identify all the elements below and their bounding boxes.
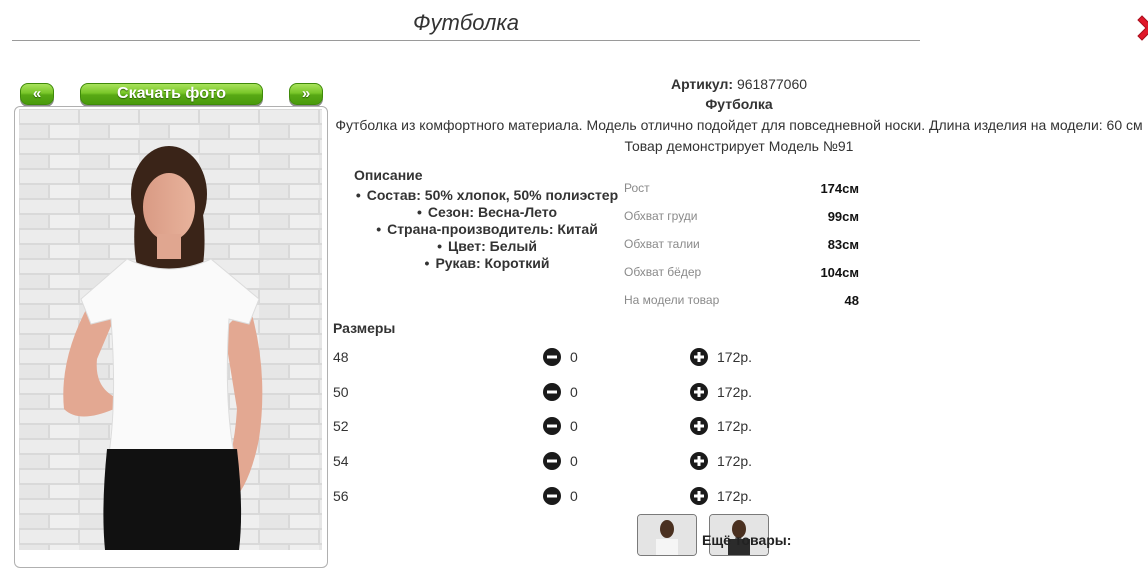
more-products-label: Ещё товары: [702,532,792,548]
plus-circle-icon[interactable] [690,452,708,470]
quantity-value: 0 [570,349,578,365]
prev-photo-button[interactable]: « [20,83,54,105]
measurement-value: 104см [820,265,859,280]
product-description: Футболка из комфортного материала. Модел… [335,117,1143,133]
measurement-label: Рост [624,181,650,195]
measurement-row: На модели товар 48 [624,293,859,321]
page-title: Футболка [413,10,519,35]
quantity-value: 0 [570,453,578,469]
measurement-value: 99см [827,209,859,224]
size-label: 48 [333,349,349,365]
measurement-row: Обхват бёдер 104см [624,265,859,293]
measurement-label: Обхват талии [624,237,700,251]
size-label: 56 [333,488,349,504]
quantity-value: 0 [570,418,578,434]
size-label: 52 [333,418,349,434]
measurement-row: Рост 174см [624,181,859,209]
list-item: Сезон: Весна-Лето [344,204,630,221]
plus-circle-icon[interactable] [690,487,708,505]
measurement-value: 48 [844,293,859,308]
list-item: Страна-производитель: Китай [344,221,630,238]
sku-label: Артикул: [670,76,734,92]
price-value: 172р. [717,418,753,434]
minus-circle-icon[interactable] [543,417,561,435]
size-row: 54 0 172р. [333,452,833,473]
sku: Артикул: 961877060 [330,76,1148,92]
minus-circle-icon[interactable] [543,487,561,505]
plus-circle-icon[interactable] [690,383,708,401]
download-photo-button[interactable]: Скачать фото [80,83,263,105]
price-value: 172р. [717,349,753,365]
measurement-value: 83см [827,237,859,252]
product-name: Футболка [705,96,773,112]
size-label: 50 [333,384,349,400]
measurement-label: На модели товар [624,293,720,307]
measurement-row: Обхват груди 99см [624,209,859,237]
model-note: Товар демонстрирует Модель №91 [624,138,854,154]
price-value: 172р. [717,453,753,469]
product-photo [19,109,322,550]
next-photo-button[interactable]: » [289,83,323,105]
plus-circle-icon[interactable] [690,348,708,366]
measurement-label: Обхват бёдер [624,265,702,279]
minus-circle-icon[interactable] [543,348,561,366]
list-item: Состав: 50% хлопок, 50% полиэстер [344,187,630,204]
measurement-value: 174см [820,181,859,196]
size-row: 52 0 172р. [333,417,833,438]
price-value: 172р. [717,384,753,400]
measurement-label: Обхват груди [624,209,698,223]
list-item: Рукав: Короткий [344,255,630,272]
size-row: 50 0 172р. [333,383,833,404]
title-divider [12,40,920,41]
quantity-value: 0 [570,488,578,504]
size-row: 56 0 172р. [333,487,833,508]
plus-circle-icon[interactable] [690,417,708,435]
close-icon[interactable] [1136,14,1148,44]
details-title: Описание [354,167,423,183]
price-value: 172р. [717,488,753,504]
measurement-row: Обхват талии 83см [624,237,859,265]
minus-circle-icon[interactable] [543,383,561,401]
list-item: Цвет: Белый [344,238,630,255]
size-row: 48 0 172р. [333,348,833,369]
sizes-title: Размеры [333,320,396,336]
sku-value: 961877060 [736,76,808,92]
minus-circle-icon[interactable] [543,452,561,470]
feature-list: Состав: 50% хлопок, 50% полиэстер Сезон:… [344,187,630,272]
size-label: 54 [333,453,349,469]
quantity-value: 0 [570,384,578,400]
